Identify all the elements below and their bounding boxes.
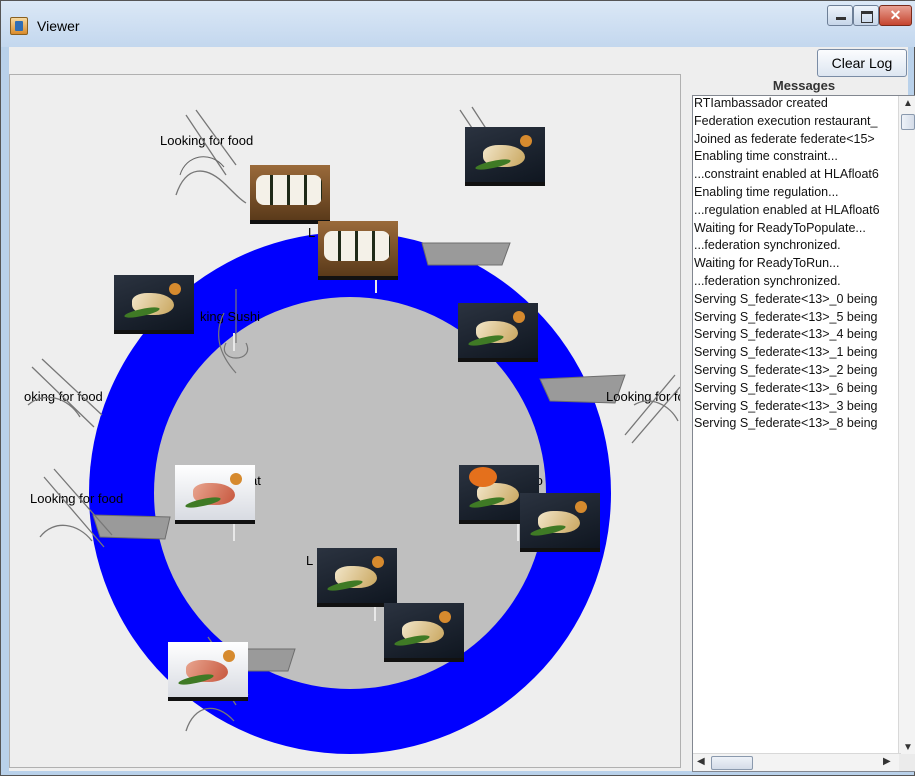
minimize-button[interactable] <box>827 5 853 26</box>
message-line: Enabling time constraint... <box>694 149 838 164</box>
horizontal-scrollbar[interactable]: ◀ ▶ <box>693 753 901 771</box>
scroll-down-icon[interactable]: ▼ <box>903 742 913 753</box>
hand-icon <box>175 109 247 204</box>
scroll-corner <box>899 754 915 771</box>
message-line: Serving S_federate<13>_3 being <box>694 398 878 413</box>
maximize-button[interactable] <box>853 5 879 26</box>
scroll-thumb[interactable] <box>711 756 753 770</box>
message-line: Serving S_federate<13>_6 being <box>694 380 878 395</box>
restaurant-canvas: Looking for food oking for food Looking … <box>9 74 681 768</box>
message-line: Enabling time regulation... <box>694 184 839 199</box>
viewer-window: Viewer ✕ Clear Log Looking for food okin… <box>0 0 915 776</box>
message-line: RTIambassador created <box>694 96 828 110</box>
sushi-plate <box>318 221 398 280</box>
title-bar[interactable]: Viewer ✕ <box>1 1 915 47</box>
scroll-right-icon[interactable]: ▶ <box>883 756 891 767</box>
status-label-partial-top: L <box>308 225 316 240</box>
status-label-partial-bottom: L <box>306 553 314 568</box>
message-line: ...federation synchronized. <box>694 238 841 253</box>
sushi-plate <box>384 603 464 662</box>
scroll-up-icon[interactable]: ▲ <box>903 98 913 109</box>
message-line: Serving S_federate<13>_8 being <box>694 416 878 431</box>
message-line: Federation execution restaurant_ <box>694 113 878 128</box>
scroll-thumb[interactable] <box>901 114 915 130</box>
message-line: Waiting for ReadyToRun... <box>694 256 840 271</box>
message-line: Serving S_federate<13>_1 being <box>694 345 878 360</box>
sushi-plate <box>465 127 545 186</box>
sushi-plate <box>520 493 600 552</box>
close-icon: ✕ <box>889 7 902 23</box>
message-line: Serving S_federate<13>_0 being <box>694 291 878 306</box>
messages-log[interactable]: RTIambassador created Federation executio… <box>692 95 915 772</box>
message-line: ...constraint enabled at HLAfloat6 <box>694 167 879 182</box>
hand-icon <box>39 468 113 548</box>
message-line: Serving S_federate<13>_5 being <box>694 309 878 324</box>
scroll-left-icon[interactable]: ◀ <box>697 756 705 767</box>
hand-icon <box>218 289 249 374</box>
message-line: ...federation synchronized. <box>694 273 841 288</box>
clear-log-button[interactable]: Clear Log <box>817 49 907 77</box>
close-button[interactable]: ✕ <box>879 5 912 26</box>
messages-list: RTIambassador created Federation executio… <box>693 96 899 755</box>
message-line: Joined as federate federate<15> <box>694 131 875 146</box>
message-line: Serving S_federate<13>_2 being <box>694 362 878 377</box>
messages-header: Messages <box>772 78 836 93</box>
window-title: Viewer <box>37 18 80 34</box>
sushi-plate <box>317 548 397 607</box>
hand-icon <box>624 374 680 444</box>
sushi-plate <box>114 275 194 334</box>
restaurant-scene <box>89 232 626 754</box>
hand-icon <box>27 358 103 428</box>
sushi-plate <box>175 465 255 524</box>
sushi-plate <box>458 303 538 362</box>
vertical-scrollbar[interactable]: ▲ ▼ <box>898 96 915 755</box>
content-pane: Clear Log Looking for food oking for foo… <box>9 47 915 772</box>
message-line: ...regulation enabled at HLAfloat6 <box>694 202 880 217</box>
sushi-plate <box>250 165 330 224</box>
java-app-icon <box>10 17 28 35</box>
message-line: Serving S_federate<13>_4 being <box>694 327 878 342</box>
message-line: Waiting for ReadyToPopulate... <box>694 220 866 235</box>
sushi-plate <box>168 642 248 701</box>
